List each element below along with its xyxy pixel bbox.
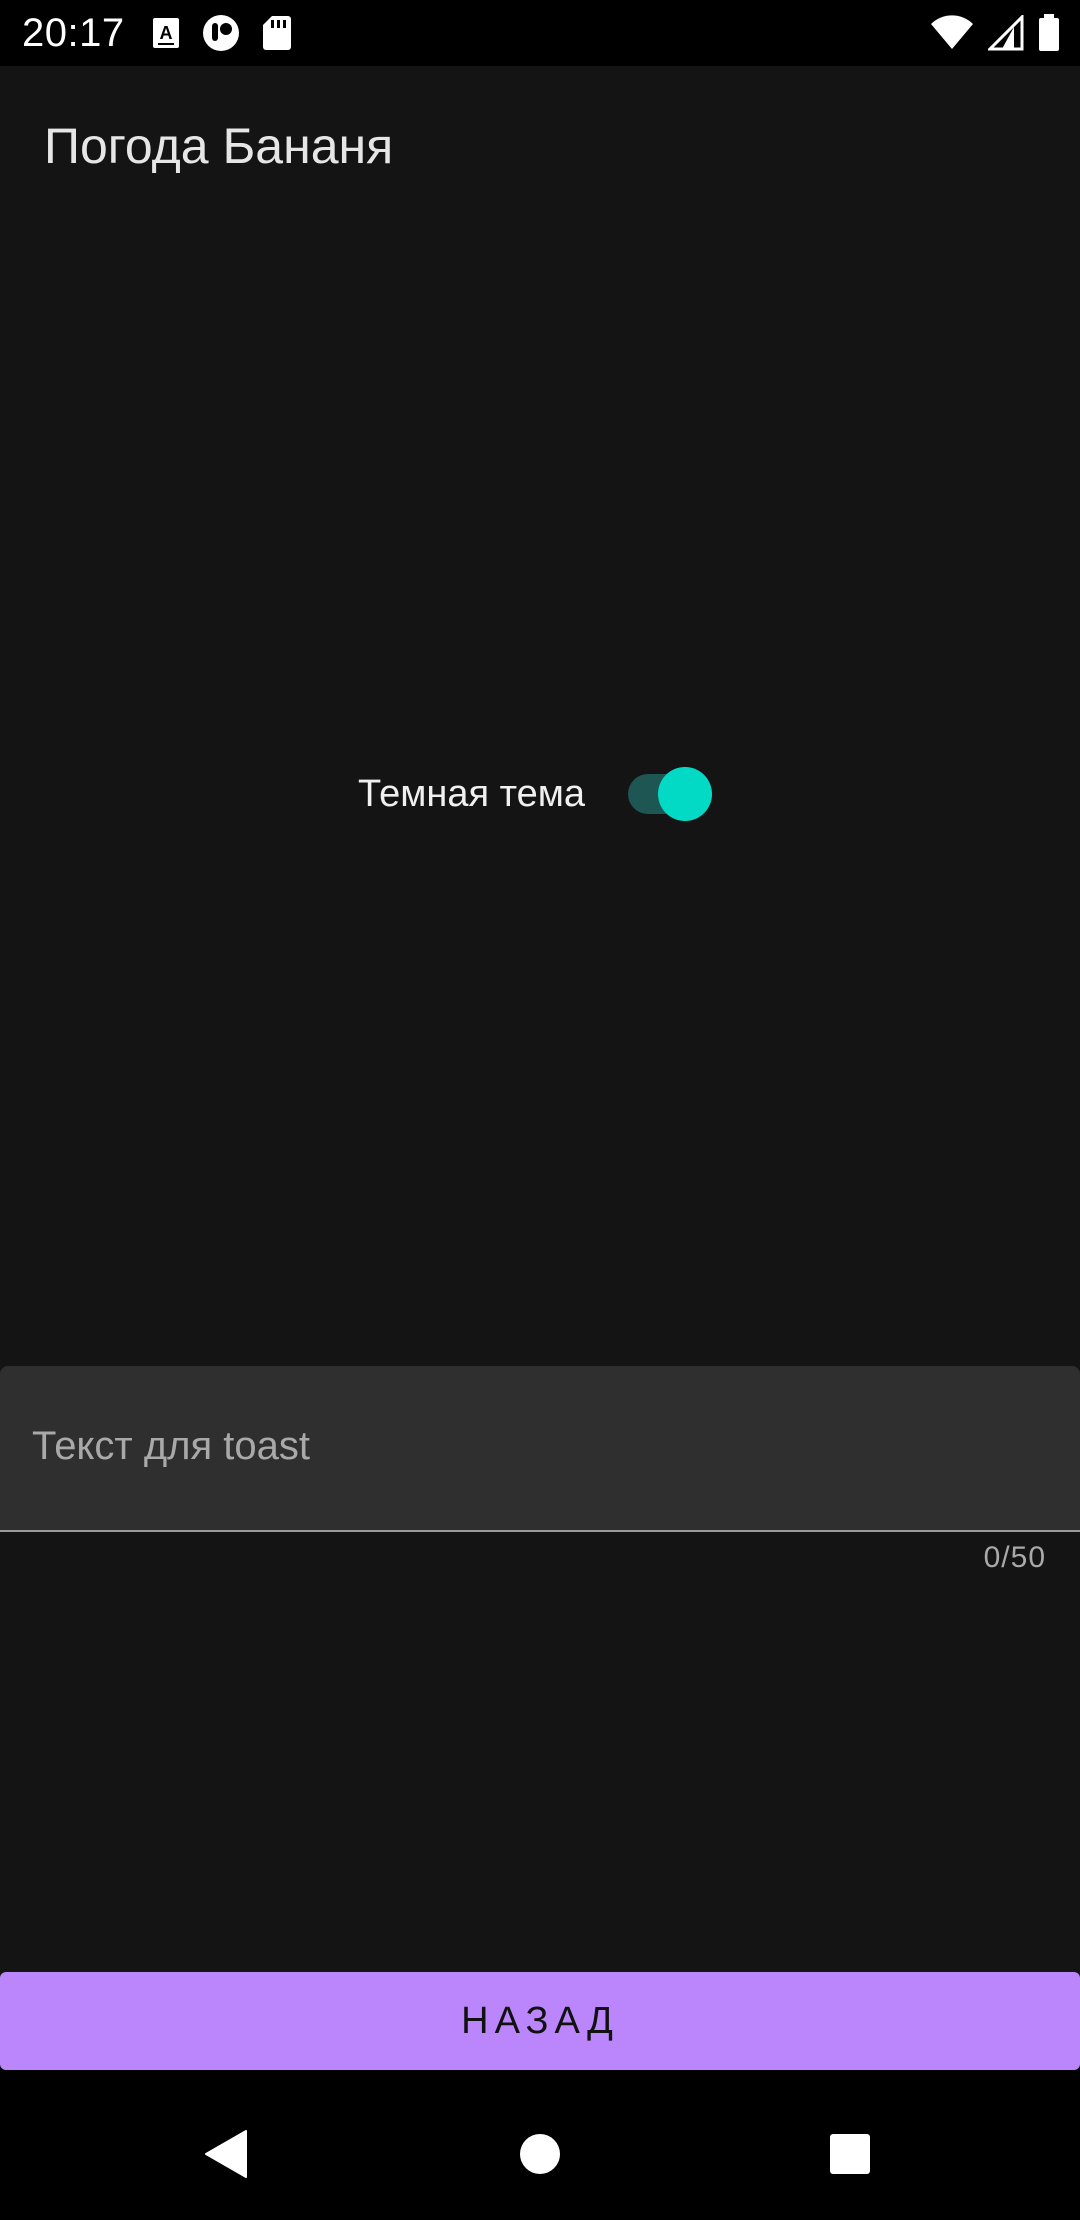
wifi-icon xyxy=(931,15,973,49)
cell-signal-icon xyxy=(988,15,1024,51)
nav-home-button[interactable] xyxy=(504,2118,576,2190)
status-time: 20:17 xyxy=(22,11,125,55)
theme-switch-label: Темная тема xyxy=(358,773,585,815)
theme-switch-row[interactable]: Темная тема xyxy=(358,764,718,824)
recents-icon xyxy=(830,2134,870,2174)
status-icons-right xyxy=(930,14,1060,52)
switch-thumb xyxy=(658,767,712,821)
nav-back-button[interactable] xyxy=(190,2118,262,2190)
svg-text:A: A xyxy=(160,23,173,43)
back-icon xyxy=(205,2130,247,2178)
battery-icon xyxy=(1039,14,1059,51)
nav-recents-button[interactable] xyxy=(814,2118,886,2190)
keyboard-a-icon: A xyxy=(153,18,179,48)
page-title: Погода Бананя xyxy=(44,118,394,174)
home-icon xyxy=(520,2134,560,2174)
status-bar: 20:17 A xyxy=(0,0,1080,66)
character-counter: 0/50 xyxy=(983,1541,1046,1574)
notification-app-icon xyxy=(203,15,239,51)
navigation-bar xyxy=(0,2088,1080,2220)
back-button[interactable]: НАЗАД xyxy=(0,1972,1080,2070)
toast-text-field[interactable] xyxy=(0,1366,1080,1532)
status-icons-left: A xyxy=(152,14,292,52)
app-screen: Погода Бананя Темная тема 0/50 НАЗАД xyxy=(0,66,1080,2070)
toast-input[interactable] xyxy=(32,1416,1032,1476)
theme-toggle[interactable] xyxy=(624,764,716,824)
sd-card-icon xyxy=(263,16,291,50)
